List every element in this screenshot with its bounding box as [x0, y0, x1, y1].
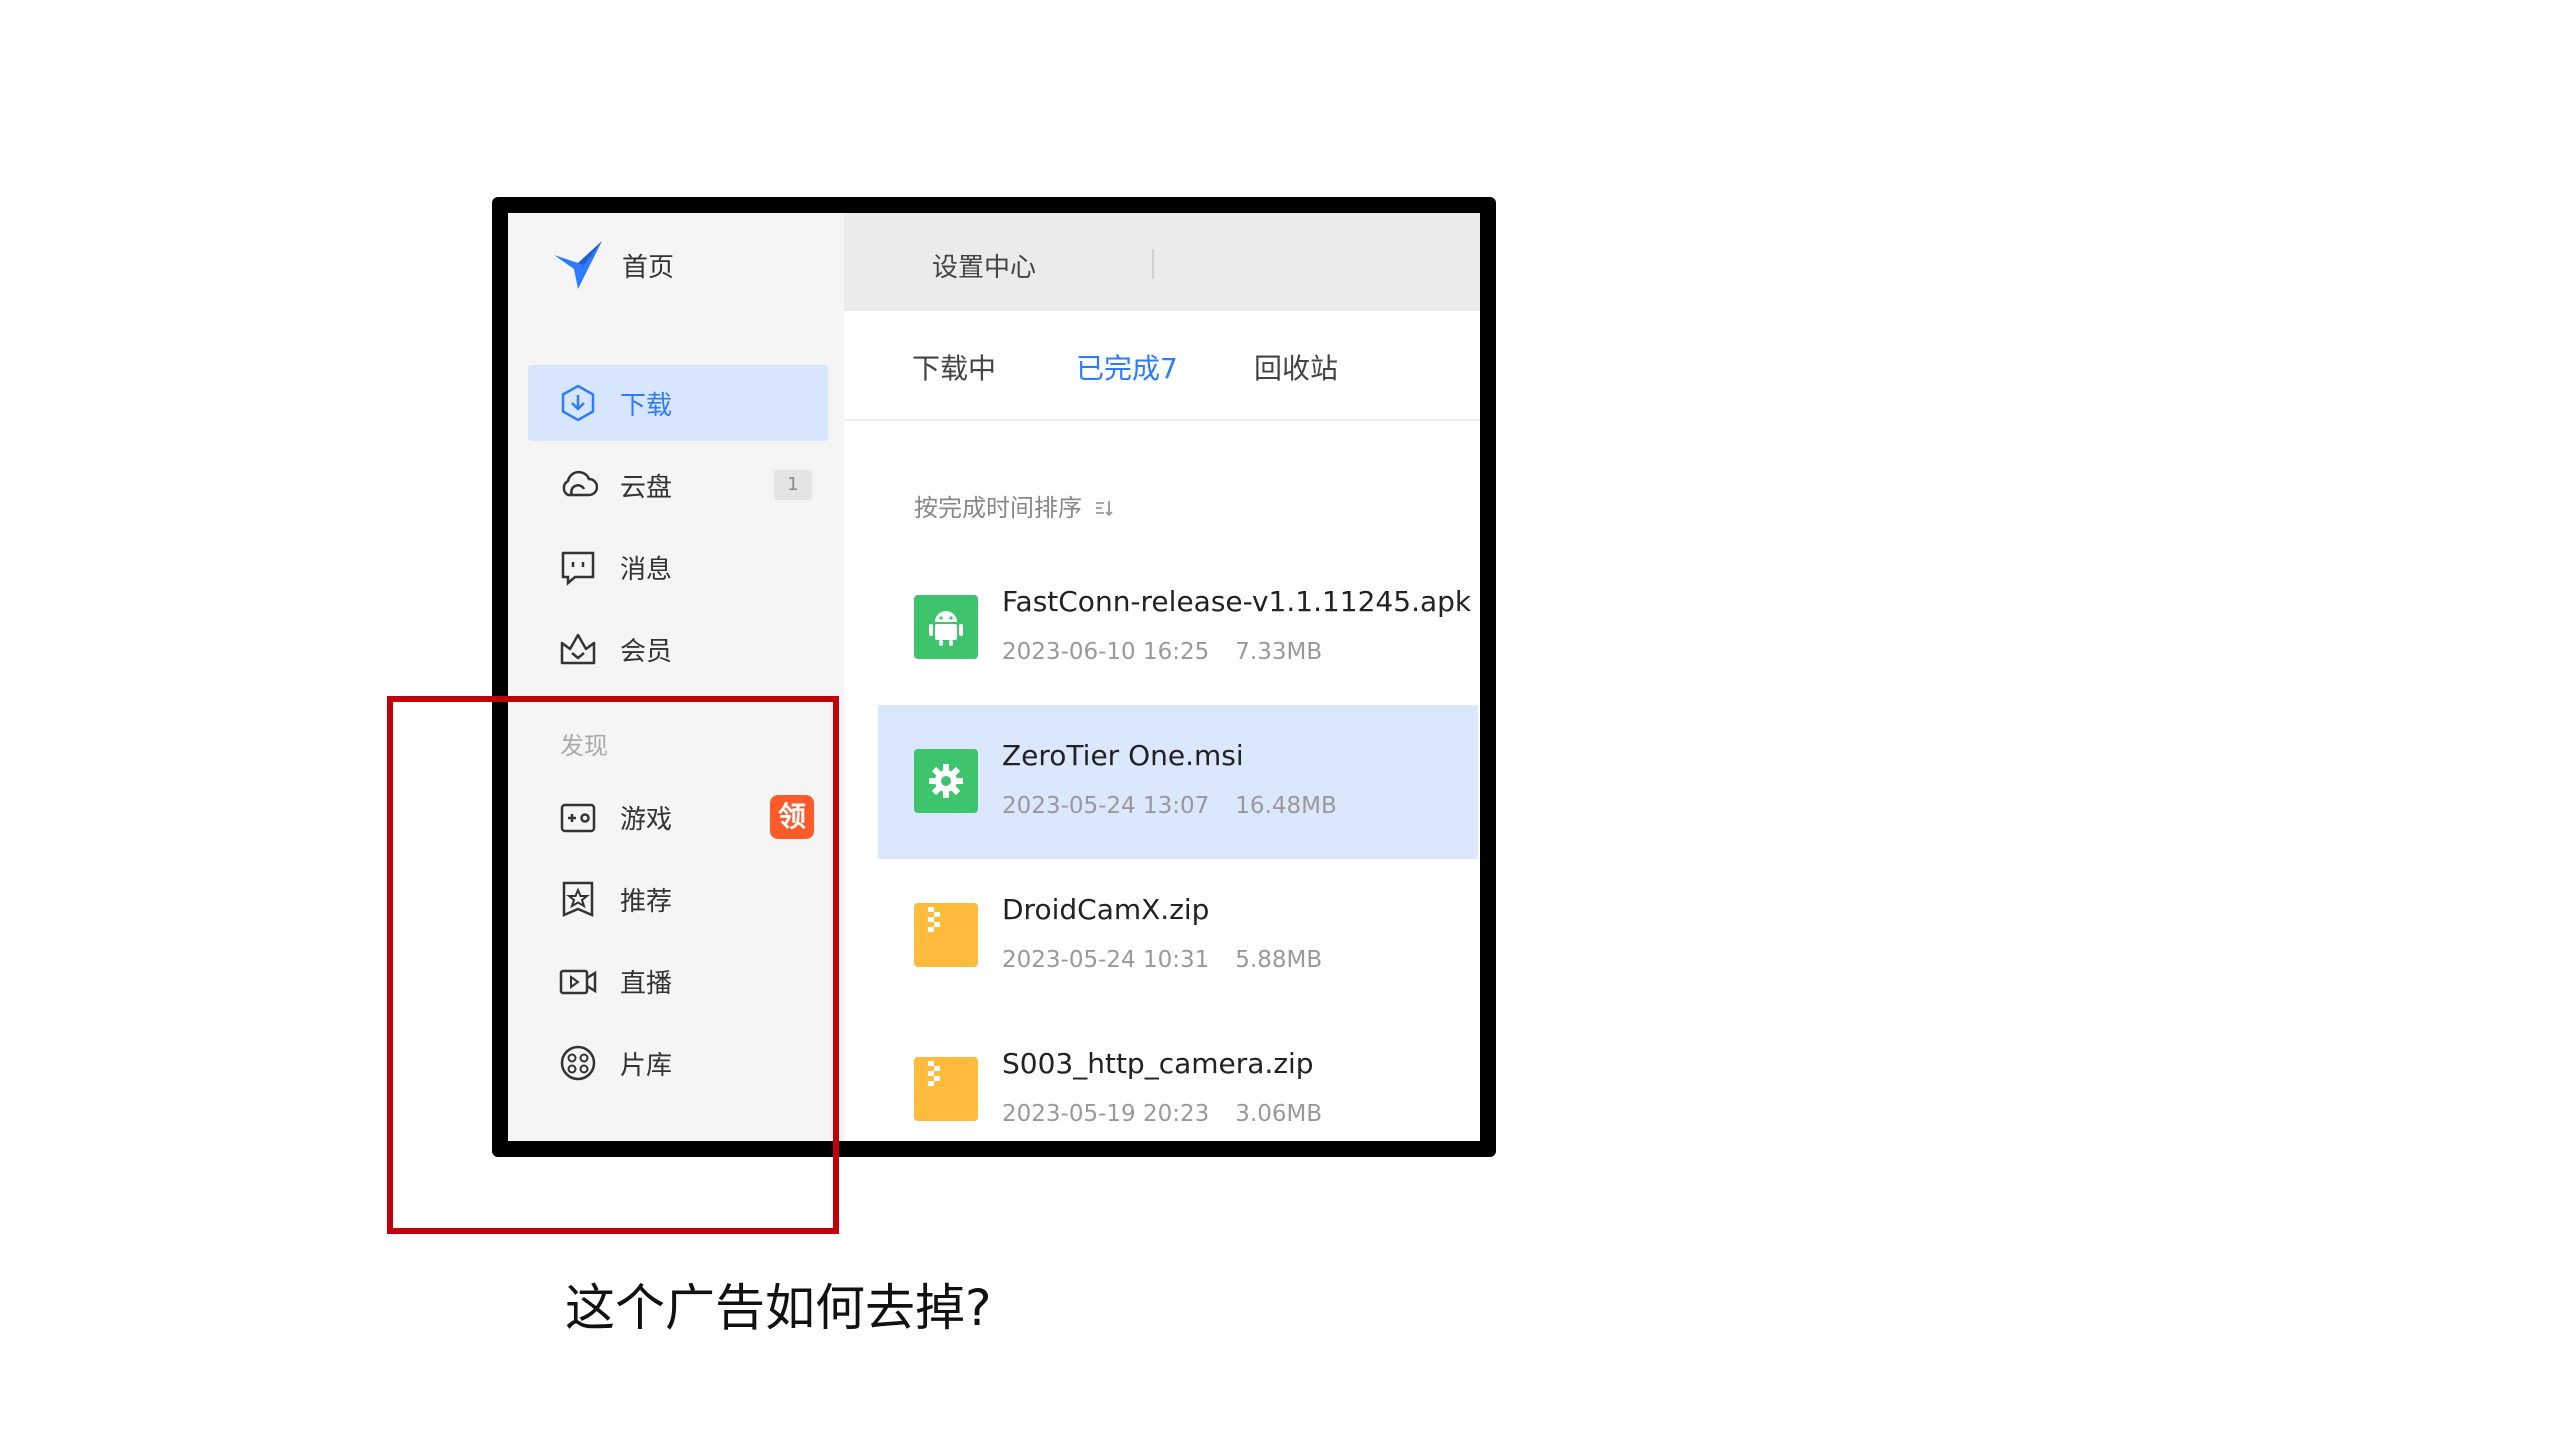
file-row[interactable]: S003_http_camera.zip 2023-05-19 20:23 3.0… — [878, 1013, 1478, 1141]
file-size: 16.48MB — [1235, 793, 1337, 819]
gear-icon — [914, 749, 978, 813]
zip-icon — [914, 1057, 978, 1121]
sidebar-home-label: 首页 — [622, 252, 675, 283]
sidebar-item-vip[interactable]: 会员 — [528, 611, 828, 687]
file-name: FastConn-release-v1.1.11245.apk — [1002, 585, 1472, 618]
file-size: 5.88MB — [1235, 947, 1323, 973]
file-name: DroidCamX.zip — [1002, 893, 1210, 926]
question-text: 这个广告如何去掉? — [565, 1279, 992, 1337]
tab-downloading[interactable]: 下载中 — [912, 347, 996, 387]
sidebar-home[interactable]: 首页 — [548, 235, 674, 295]
sort-dropdown[interactable]: 按完成时间排序 — [914, 488, 1114, 523]
download-tabs: 下载中 已完成7 回收站 — [844, 311, 1480, 421]
sidebar-item-label: 消息 — [620, 554, 673, 585]
sidebar-item-label: 云盘 — [620, 472, 673, 503]
file-name: ZeroTier One.msi — [1002, 739, 1244, 772]
file-row[interactable]: ZeroTier One.msi 2023-05-24 13:07 16.48MB — [878, 705, 1478, 859]
file-size: 3.06MB — [1235, 1101, 1323, 1127]
highlight-box — [387, 696, 839, 1234]
file-meta: 2023-05-24 10:31 5.88MB — [1002, 947, 1322, 973]
sidebar-item-label: 会员 — [620, 636, 673, 667]
titlebar: 设置中心 — [844, 213, 1480, 311]
zip-icon — [914, 903, 978, 967]
tab-completed[interactable]: 已完成7 — [1076, 347, 1178, 387]
download-icon — [556, 381, 600, 425]
android-icon — [914, 595, 978, 659]
cloud-icon — [556, 463, 600, 507]
file-row[interactable]: DroidCamX.zip 2023-05-24 10:31 5.88MB — [878, 859, 1478, 1013]
file-date: 2023-05-24 10:31 — [1002, 947, 1210, 973]
sort-label: 按完成时间排序 — [914, 494, 1082, 522]
file-date: 2023-05-24 13:07 — [1002, 793, 1210, 819]
file-row[interactable]: FastConn-release-v1.1.11245.apk 2023-06-… — [878, 551, 1478, 705]
file-meta: 2023-05-24 13:07 16.48MB — [1002, 793, 1337, 819]
sort-icon — [1095, 501, 1113, 517]
settings-center-link[interactable]: 设置中心 — [932, 247, 1036, 284]
file-size: 7.33MB — [1235, 639, 1323, 665]
bird-logo-icon — [554, 241, 602, 289]
file-date: 2023-06-10 16:25 — [1002, 639, 1210, 665]
tab-recycle-bin[interactable]: 回收站 — [1254, 347, 1338, 387]
cloud-count-badge: 1 — [774, 470, 812, 500]
sidebar-item-download[interactable]: 下载 — [528, 365, 828, 441]
sidebar-item-label: 下载 — [620, 390, 673, 421]
sidebar-item-cloud[interactable]: 云盘 1 — [528, 447, 828, 523]
main-panel: 设置中心 下载中 已完成7 回收站 按完成时间排序 FastConn-relea… — [844, 213, 1480, 1141]
titlebar-divider — [1152, 249, 1154, 279]
message-icon — [556, 545, 600, 589]
file-date: 2023-05-19 20:23 — [1002, 1101, 1210, 1127]
crown-icon — [556, 627, 600, 671]
file-meta: 2023-06-10 16:25 7.33MB — [1002, 639, 1322, 665]
file-meta: 2023-05-19 20:23 3.06MB — [1002, 1101, 1322, 1127]
sidebar-item-message[interactable]: 消息 — [528, 529, 828, 605]
file-name: S003_http_camera.zip — [1002, 1047, 1314, 1080]
